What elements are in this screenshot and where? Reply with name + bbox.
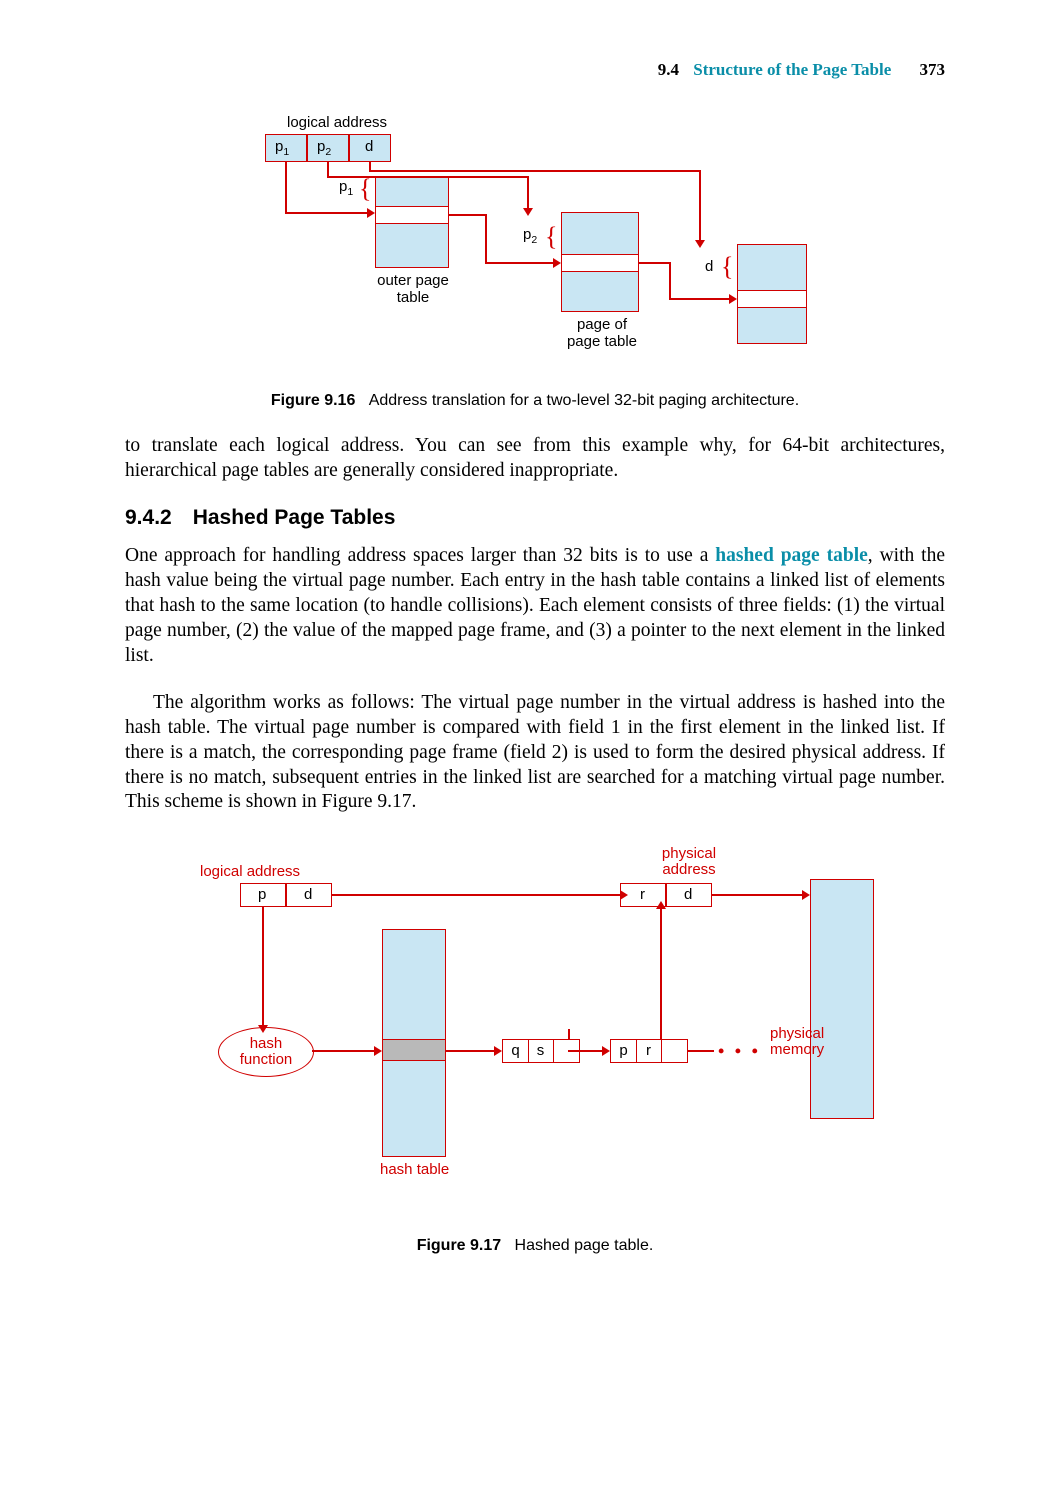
fig916-p2-v	[327, 162, 329, 176]
fig916-caption: Figure 9.16 Address translation for a tw…	[125, 392, 945, 410]
fig916-inner-label1: page of	[557, 316, 647, 333]
fig917-n2-ptr	[688, 1050, 714, 1052]
fig916-p1-text: p1	[275, 138, 289, 158]
fig917-hf-to-ht	[312, 1050, 374, 1052]
fig917-n1-to-n2	[568, 1050, 602, 1052]
fig917-node2: pr	[610, 1039, 688, 1063]
fig917-physical-memory	[810, 879, 874, 1119]
fig917-phys-label1: physical	[654, 845, 724, 862]
fig917-caption-label: Figure 9.17	[417, 1237, 501, 1254]
fig916-inn-h1	[639, 262, 669, 264]
fig916-p2-h	[327, 176, 527, 178]
fig916-inn-h2	[669, 298, 729, 300]
fig916-p2-label: p2	[523, 226, 537, 246]
fig917-physmem-label2: memory	[770, 1041, 814, 1058]
paragraph-2: One approach for handling address spaces…	[125, 544, 945, 669]
fig917-hash-bucket	[382, 1039, 446, 1061]
fig916-inn-v1	[669, 262, 671, 298]
fig917-physaddr-r-text: r	[640, 886, 645, 903]
fig916-outer-label2: table	[371, 289, 455, 306]
fig916-d-v0	[369, 162, 371, 170]
fig916-outer-selected-row	[375, 206, 449, 224]
fig917-phys-label2: address	[654, 861, 724, 878]
fig916-brace-d: {	[721, 252, 733, 282]
fig916-caption-label: Figure 9.16	[271, 392, 355, 409]
fig916-out-h2	[485, 262, 553, 264]
fig916-inner-selected	[561, 254, 639, 272]
fig916-d-h	[369, 170, 699, 172]
fig917-ht-to-n1	[446, 1050, 494, 1052]
fig917-dots: • • •	[718, 1041, 761, 1062]
fig916-inner-label2: page table	[557, 333, 647, 350]
page-number: 373	[920, 60, 946, 79]
fig917-n1-ptr-v	[568, 1029, 570, 1039]
fig917-physmem-label1: physical	[770, 1025, 814, 1042]
fig917-logaddr-d-text: d	[304, 886, 312, 903]
fig917-pa-to-mem	[712, 894, 802, 896]
fig916-d-vdown	[699, 170, 701, 240]
fig917-hash-table-label: hash table	[380, 1161, 449, 1178]
fig917-physaddr-d-text: d	[684, 886, 692, 903]
fig917-r-up	[660, 909, 662, 1039]
fig917-p-down	[262, 907, 264, 1025]
keyword-hashed-page-table: hashed page table	[715, 545, 868, 566]
fig916-d-label: d	[705, 258, 713, 275]
fig916-frame-row	[737, 290, 807, 308]
figure-9-16: logical address p1 p2 d { p1 outer page …	[125, 114, 945, 410]
subsection-heading: 9.4.2 Hashed Page Tables	[125, 506, 945, 530]
fig916-logical-address-label: logical address	[287, 114, 387, 131]
fig916-p1-hline	[285, 212, 367, 214]
fig917-logical-label: logical address	[200, 863, 300, 880]
para2-pre: One approach for handling address spaces…	[125, 545, 715, 566]
fig917-d-hline	[332, 894, 620, 896]
section-number: 9.4	[658, 60, 679, 79]
fig916-outer-label1: outer page	[371, 272, 455, 289]
paragraph-3: The algorithm works as follows: The virt…	[125, 691, 945, 816]
fig917-logaddr-p-text: p	[258, 886, 266, 903]
fig916-p1-vline	[285, 162, 287, 212]
fig917-caption-text: Hashed page table.	[515, 1237, 654, 1254]
fig916-d-text: d	[365, 138, 373, 155]
fig916-p1-label: p1	[339, 178, 353, 198]
fig917-caption: Figure 9.17 Hashed page table.	[125, 1237, 945, 1255]
running-head: 9.4 Structure of the Page Table 373	[125, 60, 945, 80]
fig916-out-h1	[449, 214, 485, 216]
paragraph-1: to translate each logical address. You c…	[125, 434, 945, 484]
fig916-brace-p1: {	[359, 174, 371, 204]
fig916-brace-p2: {	[545, 222, 557, 252]
fig916-caption-text: Address translation for a two-level 32-b…	[369, 392, 799, 409]
fig916-out-v1	[485, 214, 487, 262]
fig916-p2-text: p2	[317, 138, 331, 158]
fig916-p2-vdown	[527, 176, 529, 208]
figure-9-17: logical address p d physical address r d…	[125, 839, 945, 1255]
fig917-hash-function: hashfunction	[218, 1027, 314, 1077]
section-title: Structure of the Page Table	[693, 60, 891, 79]
